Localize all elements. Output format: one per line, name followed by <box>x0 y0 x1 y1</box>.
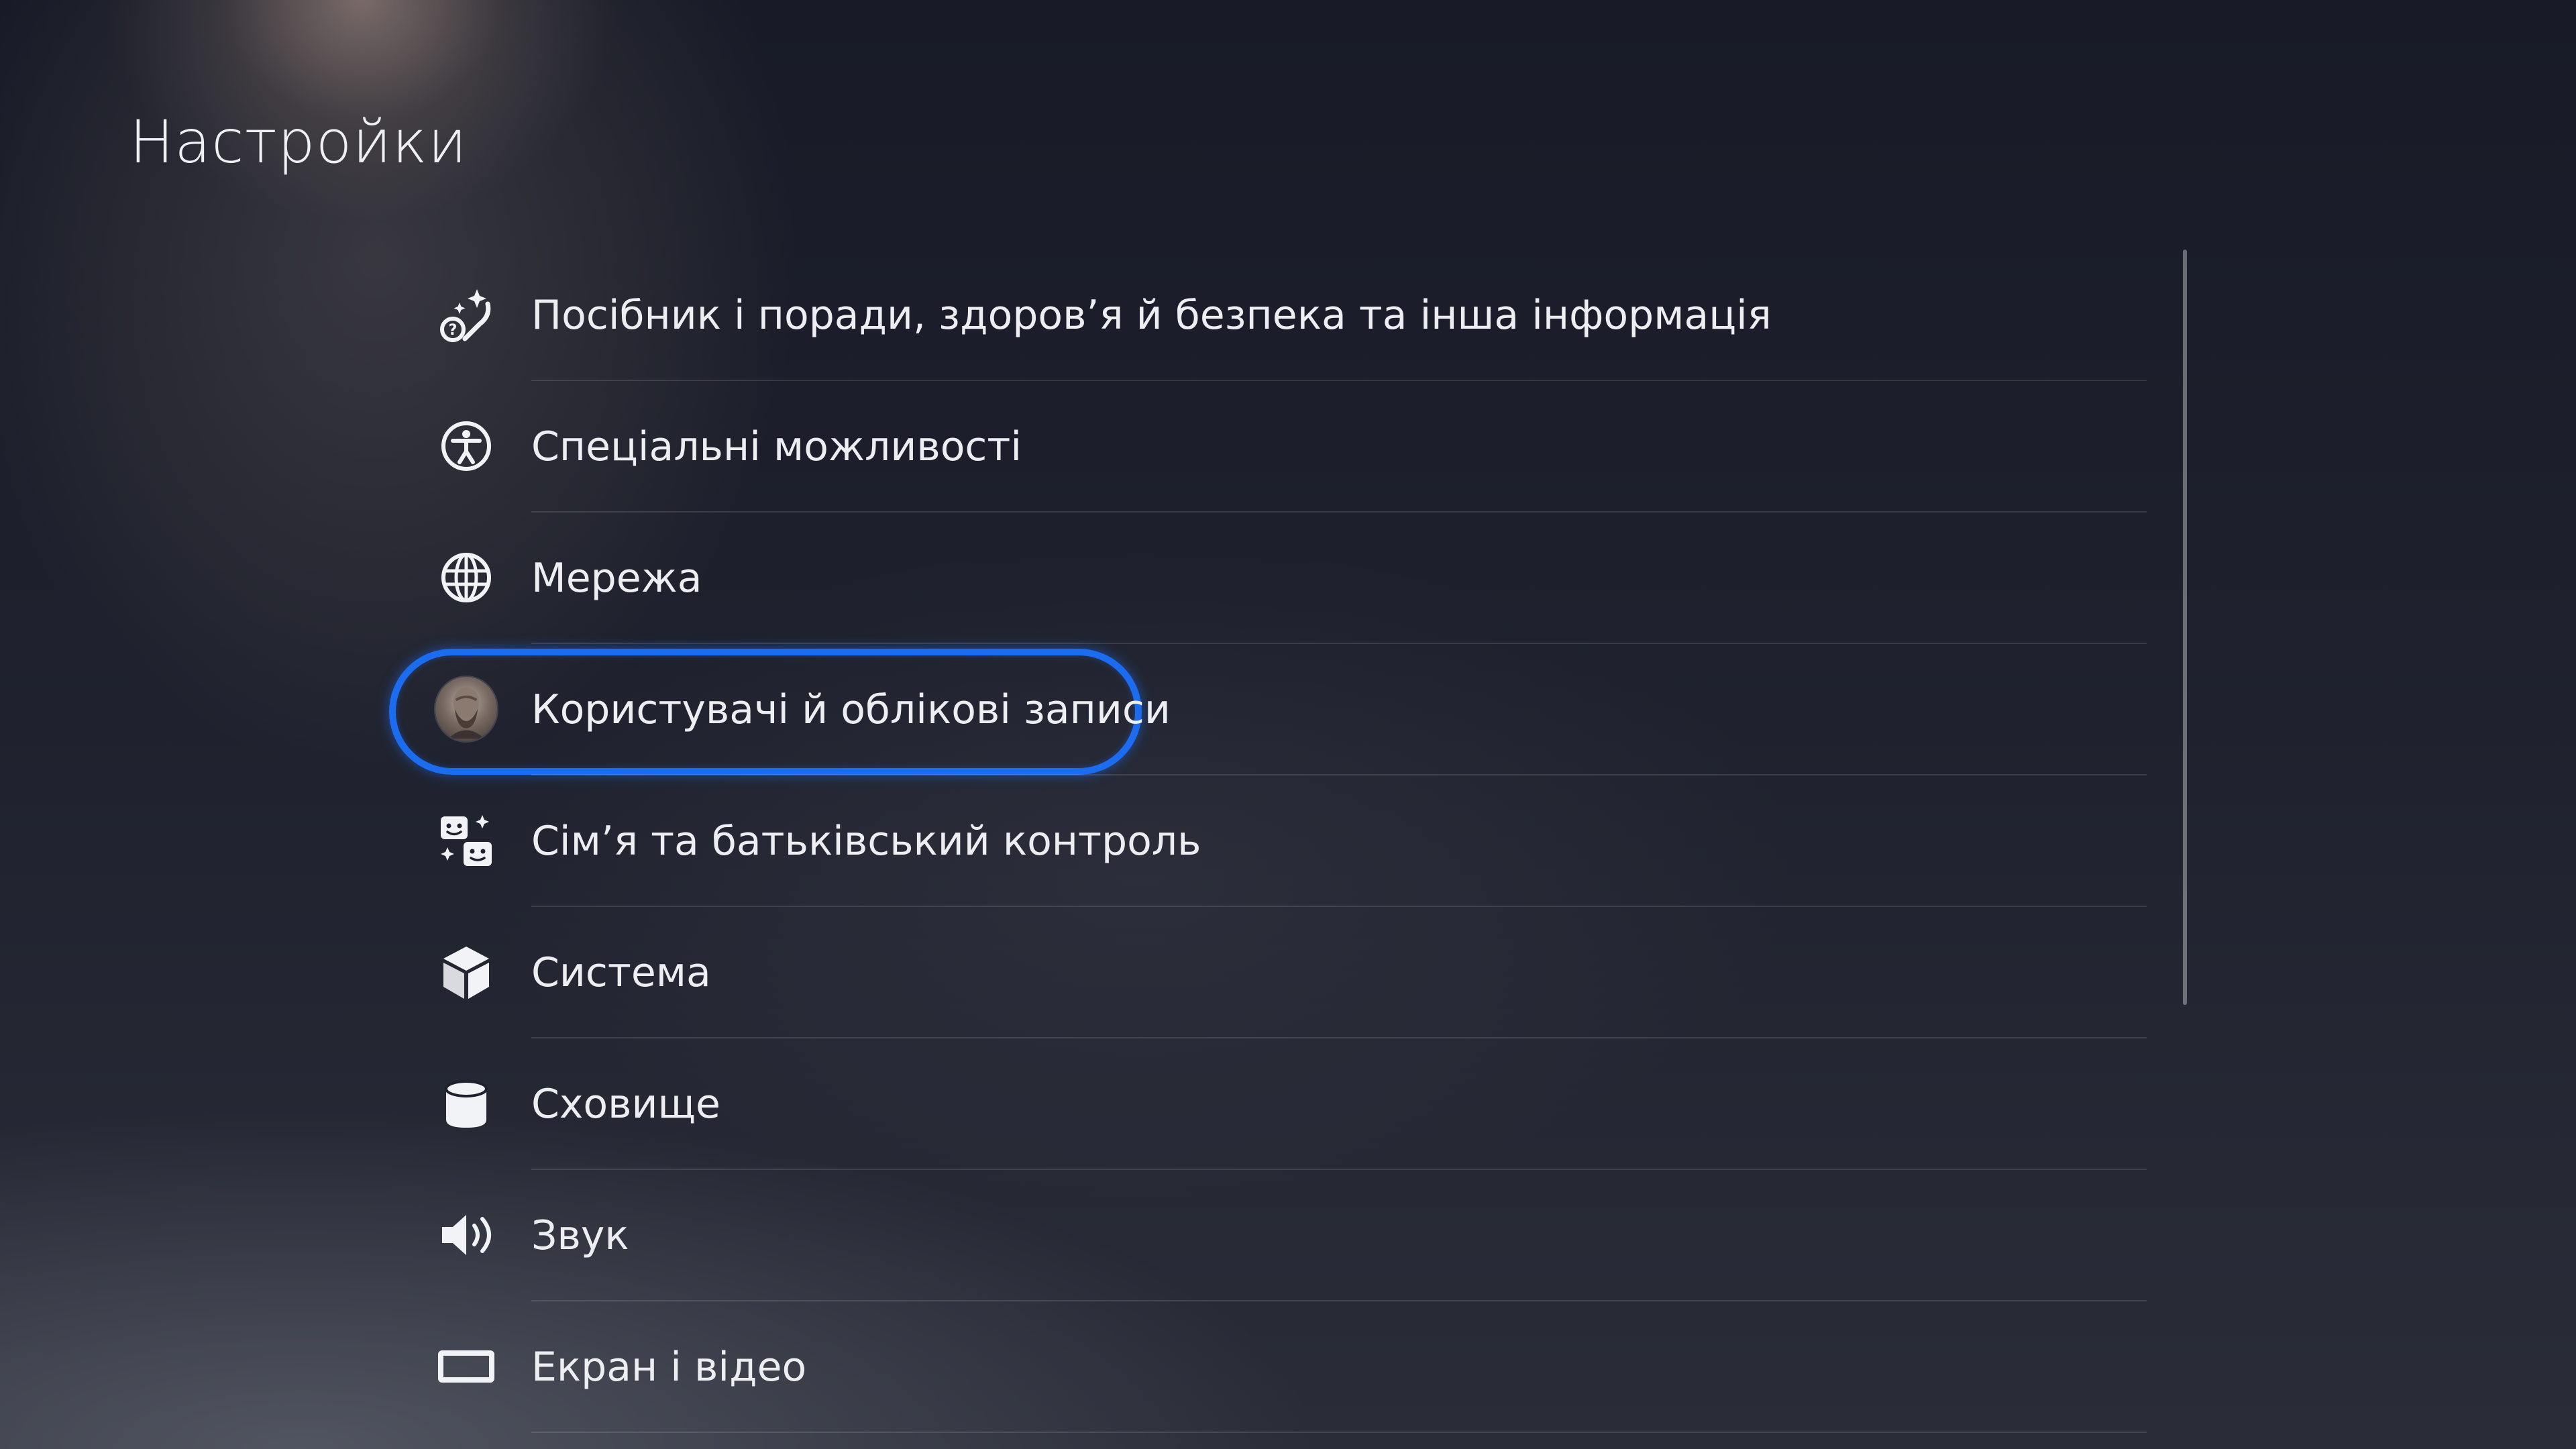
divider <box>531 1432 2147 1433</box>
globe-icon <box>435 547 497 608</box>
menu-item-label: Сім’я та батьківський контроль <box>531 818 1201 865</box>
user-avatar <box>435 677 497 741</box>
menu-item-accessibility[interactable]: Спеціальні можливості <box>429 381 2147 513</box>
menu-item-family[interactable]: Сім’я та батьківський контроль <box>429 775 2147 907</box>
menu-item-label: Сховище <box>531 1081 720 1128</box>
menu-item-label: Звук <box>531 1212 629 1259</box>
menu-item-storage[interactable]: Сховище <box>429 1038 2147 1170</box>
menu-item-label: Користувачі й облікові записи <box>531 686 1171 733</box>
menu-item-label: Посібник і поради, здоров’я й безпека та… <box>531 292 1772 339</box>
menu-item-label: Спеціальні можливості <box>531 423 1022 470</box>
menu-item-label: Мережа <box>531 555 702 602</box>
menu-item-guide[interactable]: ? Посібник і поради, здоров’я й безпека … <box>429 250 2147 381</box>
avatar <box>435 677 497 741</box>
storage-cylinder-icon <box>435 1073 497 1134</box>
menu-item-users-accounts[interactable]: Користувачі й облікові записи <box>389 644 2147 775</box>
menu-item-label: Екран і відео <box>531 1344 807 1391</box>
family-icon <box>435 810 497 871</box>
speaker-icon <box>435 1204 497 1266</box>
scrollbar[interactable] <box>2183 250 2187 1005</box>
menu-item-network[interactable]: Мережа <box>429 513 2147 644</box>
menu-item-system[interactable]: Система <box>429 907 2147 1038</box>
cube-icon <box>435 941 497 1003</box>
menu-item-screen-video[interactable]: Екран і відео <box>429 1301 2147 1433</box>
menu-item-label: Система <box>531 949 711 996</box>
menu-item-sound[interactable]: Звук <box>429 1170 2147 1301</box>
svg-text:?: ? <box>449 322 458 339</box>
settings-menu: ? Посібник і поради, здоров’я й безпека … <box>389 250 2147 1433</box>
screen-icon <box>435 1336 497 1397</box>
page-title: Настройки <box>129 107 468 176</box>
accessibility-icon <box>435 415 497 477</box>
guide-sparkle-icon: ? <box>435 284 497 345</box>
